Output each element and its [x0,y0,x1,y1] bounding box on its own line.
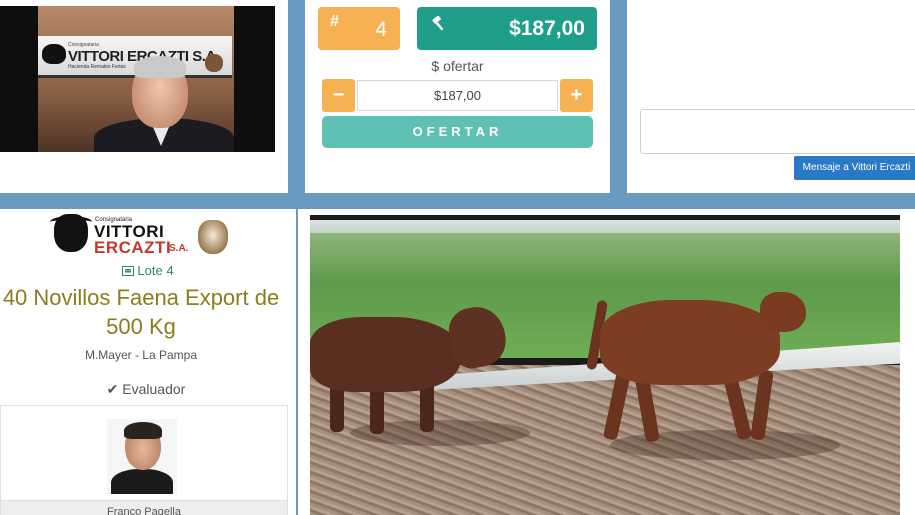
lote-label: Lote 4 [0,263,296,278]
submit-offer-button[interactable]: OFERTAR [322,116,593,148]
evaluator-photo [107,419,177,494]
banner-cow-logo [205,54,223,72]
gavel-icon [430,15,446,37]
steer-head [760,292,806,332]
plus-icon: + [570,84,583,106]
evaluator-photo-hair [124,422,162,439]
livestream-panel [298,209,915,515]
steer-leg [602,369,632,441]
video-sky [310,220,900,234]
steer-body [600,300,780,385]
webcam-panel: Consignataria VITTORI ERCAZTI S.A. Hacie… [0,0,288,193]
list-icon [122,266,135,276]
auctioneer-hair [134,56,186,78]
company-logo: Consignataria VITTORI ERCAZTI S.A. [50,214,232,257]
current-price-badge: $187,00 [417,7,597,50]
steer-left [310,301,511,434]
steer-right [585,290,810,450]
evaluator-name: Franco Pagella [107,506,181,515]
lot-title: 40 Novillos Faena Export de 500 Kg [2,285,280,339]
evaluator-label: ✔ Evaluador [106,381,186,397]
offer-label: $ ofertar [431,58,484,74]
lot-number: 4 [375,18,387,41]
hash-icon: # [330,13,339,30]
message-panel: Mensaje a Vittori Ercazti [627,0,915,193]
lot-location: M.Mayer - La Pampa [84,348,198,362]
steer-leg [750,369,774,441]
minus-icon: − [332,84,345,106]
increase-offer-button[interactable]: + [560,79,593,112]
lot-info-panel: Consignataria VITTORI ERCAZTI S.A. Lote … [0,209,296,515]
cow-logo-icon [198,220,228,254]
bull-logo-icon [50,214,92,252]
evaluator-card: Franco Pagella [0,405,288,515]
logo-line2: ERCAZTI [94,238,172,257]
offer-stepper: − + [322,79,593,112]
current-price: $187,00 [509,17,585,40]
banner-bull-logo [42,44,66,64]
send-message-button[interactable]: Mensaje a Vittori Ercazti [794,156,915,180]
bid-panel: # 4 $187,00 $ ofertar − + OFERTAR [305,0,610,193]
auctioneer-webcam: Consignataria VITTORI ERCAZTI S.A. Hacie… [0,6,275,152]
lote-text: Lote 4 [137,263,174,278]
steer-body [310,317,460,392]
message-input[interactable] [640,109,915,154]
lot-number-badge: # 4 [318,7,400,50]
logo-sa: S.A. [169,243,189,254]
banner-subtext: Hacienda Remates Ferias [68,64,126,70]
decrease-offer-button[interactable]: − [322,79,355,112]
evaluator-photo-body [111,469,173,494]
cattle-video[interactable] [310,215,900,515]
offer-amount-input[interactable] [357,80,558,111]
